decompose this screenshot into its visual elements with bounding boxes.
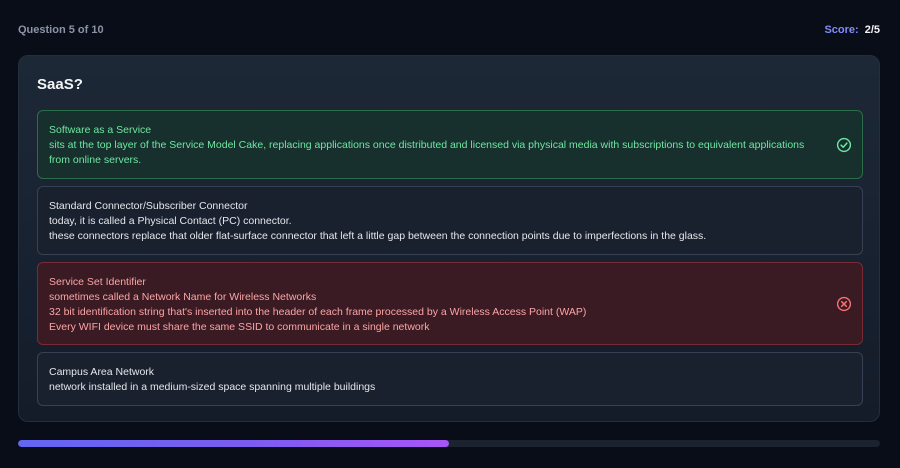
score-label: Score: — [824, 24, 859, 36]
score-display: Score: 2/5 — [824, 24, 880, 36]
option-line: network installed in a medium-sized spac… — [49, 381, 376, 393]
answer-option-2[interactable]: Standard Connector/Subscriber Connector … — [37, 186, 863, 255]
answer-option-3[interactable]: Service Set Identifier sometimes called … — [37, 262, 863, 345]
x-circle-icon — [836, 296, 852, 311]
option-line: 32 bit identification string that's inse… — [49, 306, 587, 318]
option-title: Software as a Service — [49, 124, 152, 136]
option-line: sits at the top layer of the Service Mod… — [49, 139, 805, 166]
question-card: SaaS? Software as a Service sits at the … — [18, 55, 880, 422]
answer-option-4[interactable]: Campus Area Network network installed in… — [37, 352, 863, 406]
progress-bar — [18, 440, 880, 447]
option-title: Service Set Identifier — [49, 276, 146, 288]
quiz-page: Question 5 of 10 Score: 2/5 SaaS? Softwa… — [0, 0, 900, 468]
option-line: sometimes called a Network Name for Wire… — [49, 291, 317, 303]
score-value: 2/5 — [864, 24, 880, 36]
quiz-header: Question 5 of 10 Score: 2/5 — [18, 22, 880, 38]
option-title: Campus Area Network — [49, 366, 155, 378]
question-counter: Question 5 of 10 — [18, 24, 104, 36]
check-circle-icon — [836, 137, 852, 152]
option-title: Standard Connector/Subscriber Connector — [49, 200, 248, 212]
option-line: these connectors replace that older flat… — [49, 230, 707, 242]
option-line: today, it is called a Physical Contact (… — [49, 215, 292, 227]
question-title: SaaS? — [37, 76, 83, 93]
answer-option-1[interactable]: Software as a Service sits at the top la… — [37, 110, 863, 179]
option-line: Every WIFI device must share the same SS… — [49, 321, 430, 333]
progress-fill — [18, 440, 449, 447]
